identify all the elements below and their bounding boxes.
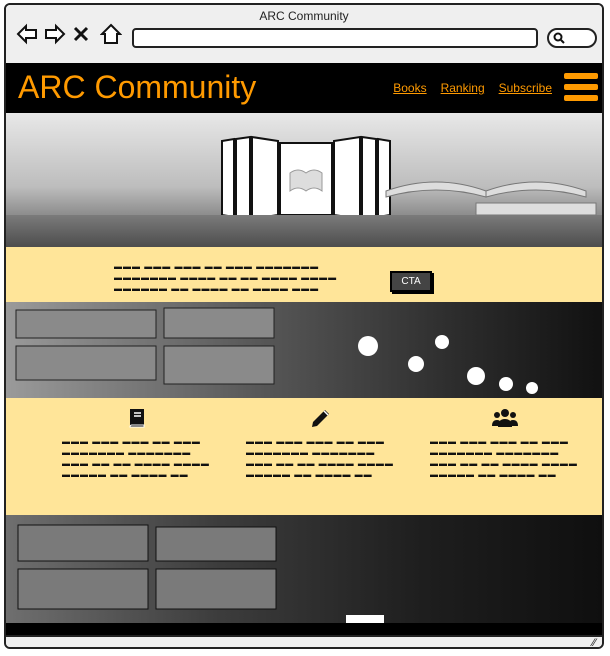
cta-button[interactable]: CTA xyxy=(390,271,432,292)
pencil-icon xyxy=(312,410,329,427)
nav-link-subscribe[interactable]: Subscribe xyxy=(499,81,552,95)
arrow-right-icon[interactable] xyxy=(44,23,66,45)
library-image xyxy=(6,515,602,623)
feature-text-placeholder: ▬▬▬ ▬▬▬ ▬▬▬ ▬▬ ▬▬▬ ▬▬▬▬▬▬▬ ▬▬▬▬▬▬▬ ▬▬▬ ▬… xyxy=(62,437,210,479)
site-header: ARC Community Books Ranking Subscribe xyxy=(6,63,602,113)
feature-text-placeholder: ▬▬▬ ▬▬▬ ▬▬▬ ▬▬ ▬▬▬ ▬▬▬▬▬▬▬ ▬▬▬▬▬▬▬ ▬▬▬ ▬… xyxy=(430,437,578,479)
feature-community: ▬▬▬ ▬▬▬ ▬▬▬ ▬▬ ▬▬▬ ▬▬▬▬▬▬▬ ▬▬▬▬▬▬▬ ▬▬▬ ▬… xyxy=(430,398,580,479)
hamburger-menu-icon[interactable] xyxy=(564,73,598,103)
resize-handle-icon[interactable]: ⁄⁄ xyxy=(592,637,596,647)
browser-titlebar: ARC Community xyxy=(6,5,602,65)
nav-link-ranking[interactable]: Ranking xyxy=(441,81,485,95)
intro-band: ▬▬▬ ▬▬▬ ▬▬▬ ▬▬ ▬▬▬ ▬▬▬▬▬▬▬ ▬▬▬▬▬▬▬ ▬▬▬▬ … xyxy=(6,247,602,302)
nav-link-books[interactable]: Books xyxy=(393,81,426,95)
bookshelf-image xyxy=(6,302,602,398)
hero-image xyxy=(6,113,602,247)
search-icon xyxy=(553,32,565,44)
brand-title[interactable]: ARC Community xyxy=(18,69,256,106)
feature-text-placeholder: ▬▬▬ ▬▬▬ ▬▬▬ ▬▬ ▬▬▬ ▬▬▬▬▬▬▬ ▬▬▬▬▬▬▬ ▬▬▬ ▬… xyxy=(246,437,394,479)
hero-table-surface xyxy=(6,215,602,247)
feature-writing: ▬▬▬ ▬▬▬ ▬▬▬ ▬▬ ▬▬▬ ▬▬▬▬▬▬▬ ▬▬▬▬▬▬▬ ▬▬▬ ▬… xyxy=(246,398,396,479)
features-band: ▬▬▬ ▬▬▬ ▬▬▬ ▬▬ ▬▬▬ ▬▬▬▬▬▬▬ ▬▬▬▬▬▬▬ ▬▬▬ ▬… xyxy=(6,398,602,515)
address-bar[interactable] xyxy=(132,28,538,48)
home-icon[interactable] xyxy=(99,23,123,45)
window-title: ARC Community xyxy=(259,9,349,23)
site-footer xyxy=(6,623,602,635)
users-icon xyxy=(492,409,518,427)
browser-search-field[interactable] xyxy=(547,28,597,48)
browser-statusbar xyxy=(6,635,602,647)
arrow-left-icon[interactable] xyxy=(16,23,38,45)
main-nav: Books Ranking Subscribe xyxy=(393,81,552,95)
book-icon xyxy=(129,409,145,428)
feature-books: ▬▬▬ ▬▬▬ ▬▬▬ ▬▬ ▬▬▬ ▬▬▬▬▬▬▬ ▬▬▬▬▬▬▬ ▬▬▬ ▬… xyxy=(62,398,212,479)
close-icon[interactable] xyxy=(72,23,94,45)
intro-text-placeholder: ▬▬▬ ▬▬▬ ▬▬▬ ▬▬ ▬▬▬ ▬▬▬▬▬▬▬ ▬▬▬▬▬▬▬ ▬▬▬▬ … xyxy=(114,262,338,293)
browser-nav-buttons xyxy=(16,23,123,45)
browser-window: ARC Community ARC Community Books Rankin… xyxy=(4,3,604,649)
